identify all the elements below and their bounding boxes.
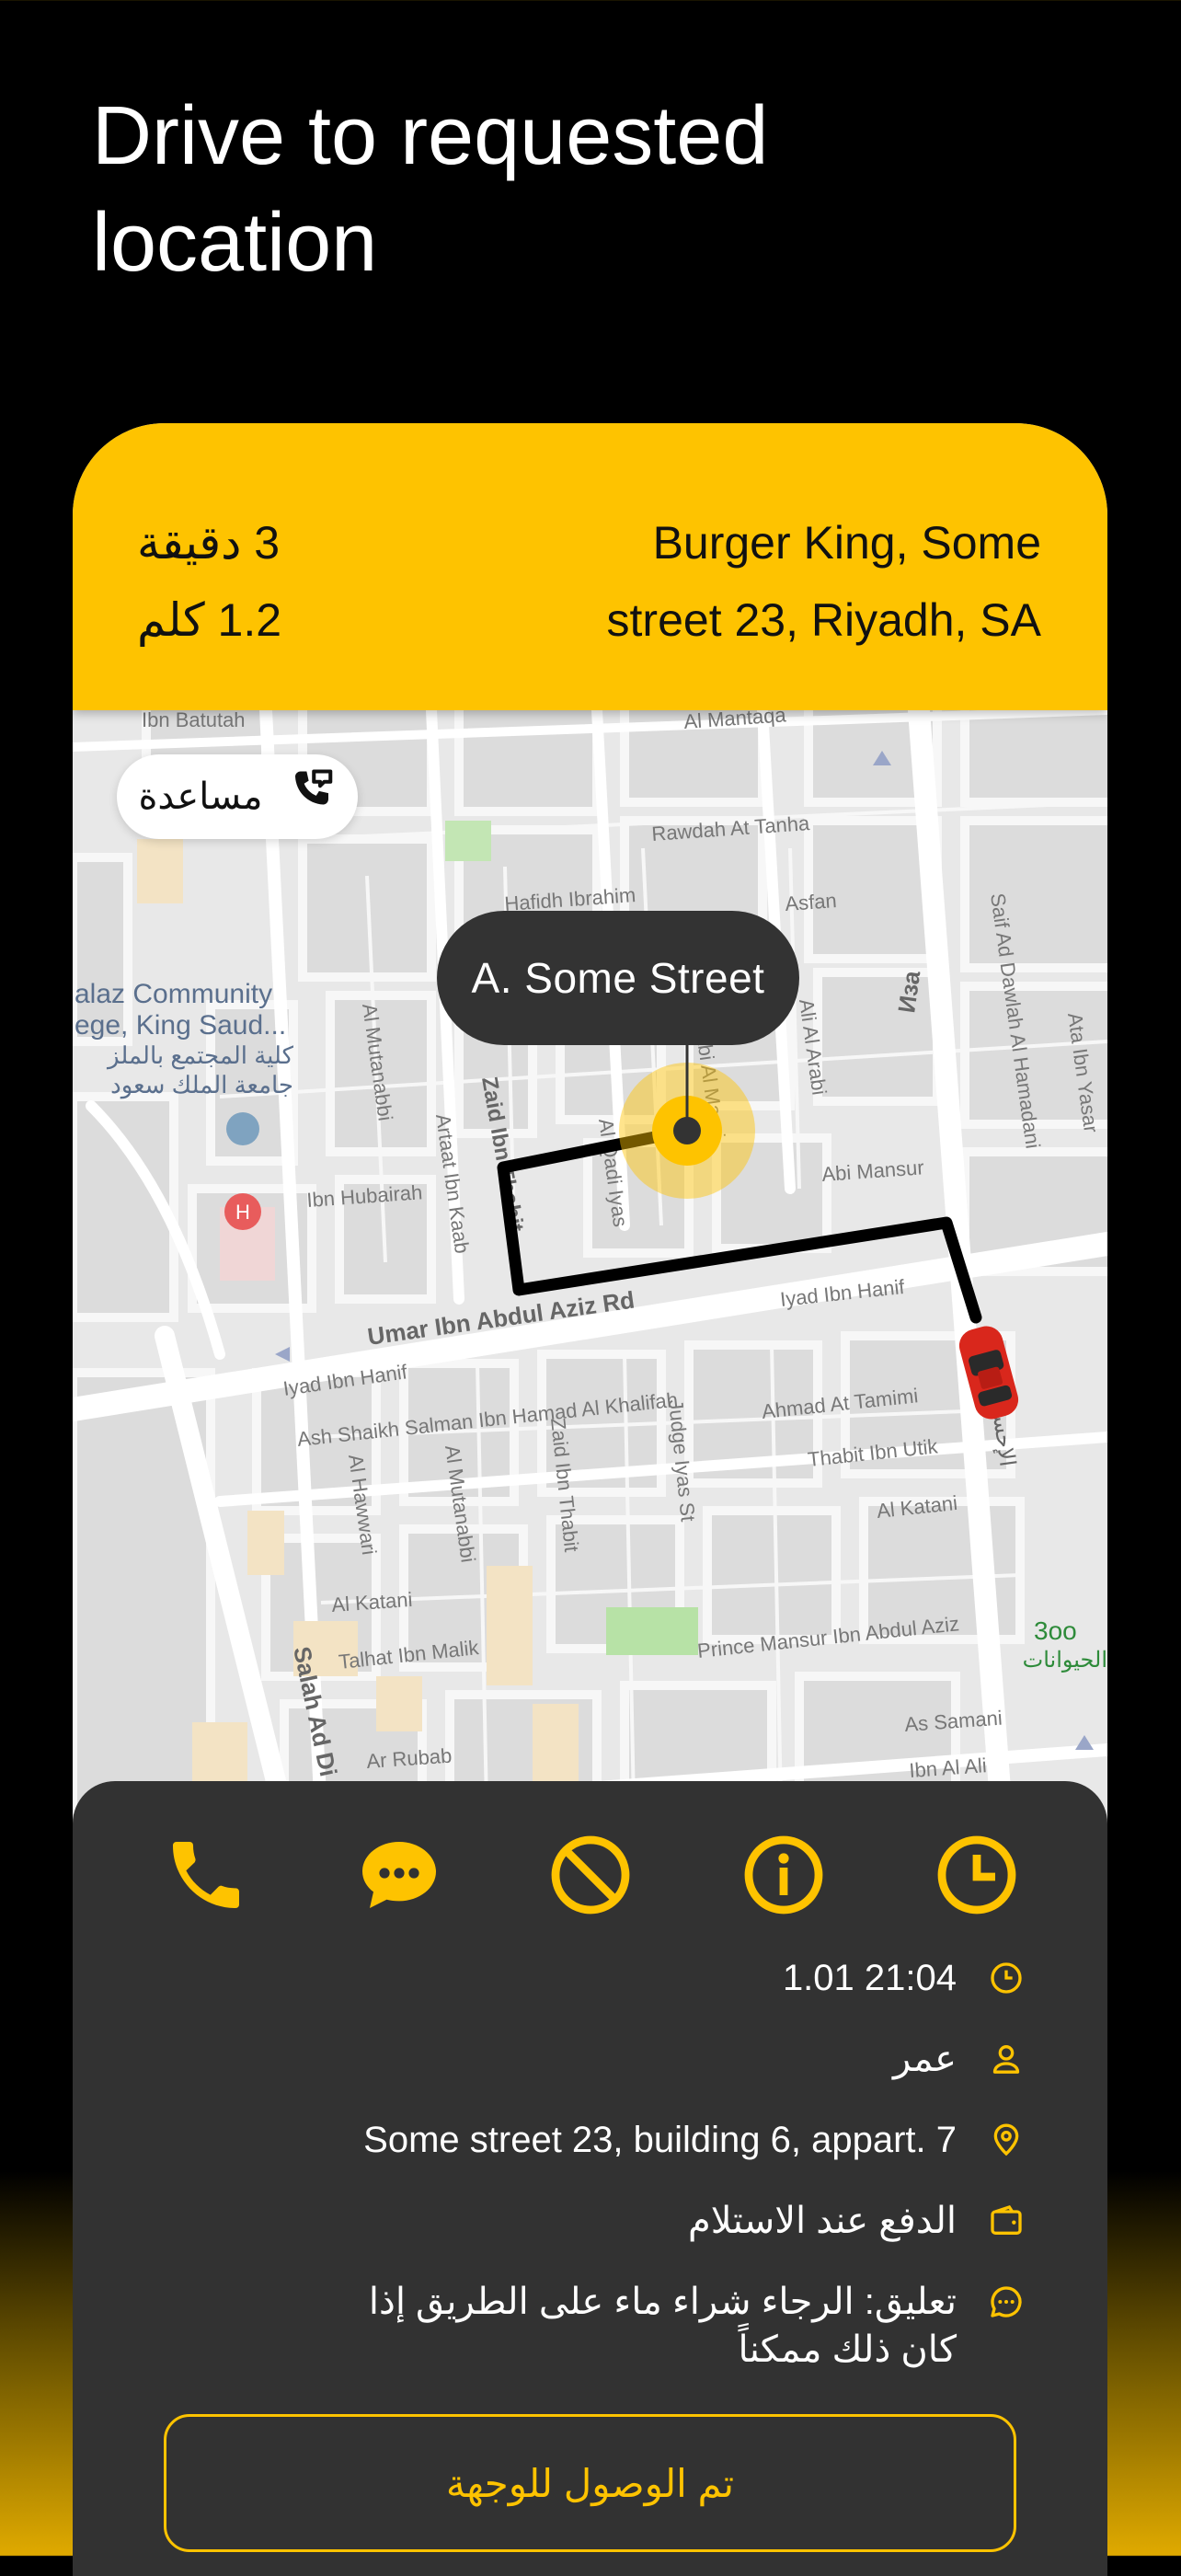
eta-block: 3 دقيقة 1.2 كلم bbox=[137, 504, 281, 659]
info-icon bbox=[744, 1835, 823, 1915]
wallet-icon bbox=[988, 2202, 1025, 2239]
map-label: جامعة الملك سعود bbox=[110, 1071, 293, 1099]
detail-customer: عمر bbox=[893, 2035, 1025, 2083]
info-button[interactable] bbox=[738, 1829, 830, 1921]
cancel-icon bbox=[551, 1835, 630, 1915]
map-label: alaz Community bbox=[75, 979, 272, 1009]
trip-details-sheet: 1.01 21:04 عمر Some street 23, building … bbox=[73, 1781, 1107, 2576]
eta-distance: 1.2 كلم bbox=[137, 594, 282, 646]
user-icon bbox=[988, 2041, 1025, 2077]
help-label: مساعدة bbox=[138, 776, 263, 817]
comment-icon bbox=[988, 2283, 1025, 2320]
chat-button[interactable] bbox=[353, 1829, 445, 1921]
location-pin-icon bbox=[988, 2122, 1025, 2158]
schedule-button[interactable] bbox=[931, 1829, 1023, 1921]
map-label: Ibn Batutah bbox=[142, 710, 246, 731]
eta-minutes: 3 دقيقة bbox=[137, 517, 281, 569]
comment-text: تعليق: الرجاء شراء ماء على الطريق إذا كا… bbox=[369, 2278, 957, 2374]
map-label: 3oo bbox=[1034, 1616, 1077, 1645]
help-button[interactable]: مساعدة bbox=[117, 754, 358, 839]
comment-line-2: كان ذلك ممكناً bbox=[738, 2329, 957, 2370]
action-bar bbox=[73, 1829, 1107, 1921]
clock-icon bbox=[937, 1835, 1016, 1915]
phone-icon bbox=[173, 1842, 239, 1908]
comment-line-1: تعليق: الرجاء شراء ماء على الطريق إذا bbox=[368, 2282, 957, 2322]
destination-callout[interactable]: A. Some Street bbox=[437, 911, 799, 1045]
arrived-button[interactable]: تم الوصول للوجهة bbox=[164, 2414, 1016, 2552]
trip-summary-bar: 3 دقيقة 1.2 كلم Burger King, Some street… bbox=[73, 423, 1107, 710]
svg-text:H: H bbox=[235, 1201, 250, 1224]
time-icon bbox=[988, 1960, 1025, 1996]
map-label: الحيوانات bbox=[1023, 1648, 1107, 1673]
chat-icon bbox=[362, 1842, 436, 1908]
cancel-button[interactable] bbox=[545, 1829, 636, 1921]
map-label: كلية المجتمع بالملز bbox=[106, 1041, 294, 1070]
detail-comment: تعليق: الرجاء شراء ماء على الطريق إذا كا… bbox=[369, 2278, 1025, 2374]
headline-line-2: location bbox=[92, 197, 378, 289]
map-label: Иза bbox=[892, 969, 925, 1015]
payment-text: الدفع عند الاستلام bbox=[687, 2201, 957, 2241]
detail-datetime: 1.01 21:04 bbox=[783, 1954, 1025, 2002]
datetime-text: 1.01 21:04 bbox=[782, 1958, 957, 1998]
detail-address: Some street 23, building 6, appart. 7 bbox=[363, 2116, 1025, 2164]
trip-card: 3 دقيقة 1.2 كلم Burger King, Some street… bbox=[73, 423, 1107, 2576]
call-button[interactable] bbox=[160, 1829, 252, 1921]
headline-line-1: Drive to requested bbox=[92, 90, 769, 182]
map-label: Asfan bbox=[785, 889, 838, 915]
route-map[interactable]: H Ibn Batutah Al Mantaqa Rawdah At Tanha… bbox=[73, 710, 1107, 1814]
customer-name: عمر bbox=[892, 2039, 957, 2079]
destination-line-2: street 23, Riyadh, SA bbox=[606, 594, 1041, 646]
destination-line-1: Burger King, Some bbox=[652, 517, 1041, 569]
phone-help-icon bbox=[287, 767, 337, 826]
address-text: Some street 23, building 6, appart. 7 bbox=[363, 2120, 957, 2160]
page-headline: Drive to requested location bbox=[92, 83, 920, 296]
detail-payment: الدفع عند الاستلام bbox=[688, 2197, 1025, 2245]
map-label: ege, King Saud... bbox=[75, 1010, 286, 1041]
destination-block: Burger King, Some street 23, Riyadh, SA bbox=[526, 504, 1041, 659]
